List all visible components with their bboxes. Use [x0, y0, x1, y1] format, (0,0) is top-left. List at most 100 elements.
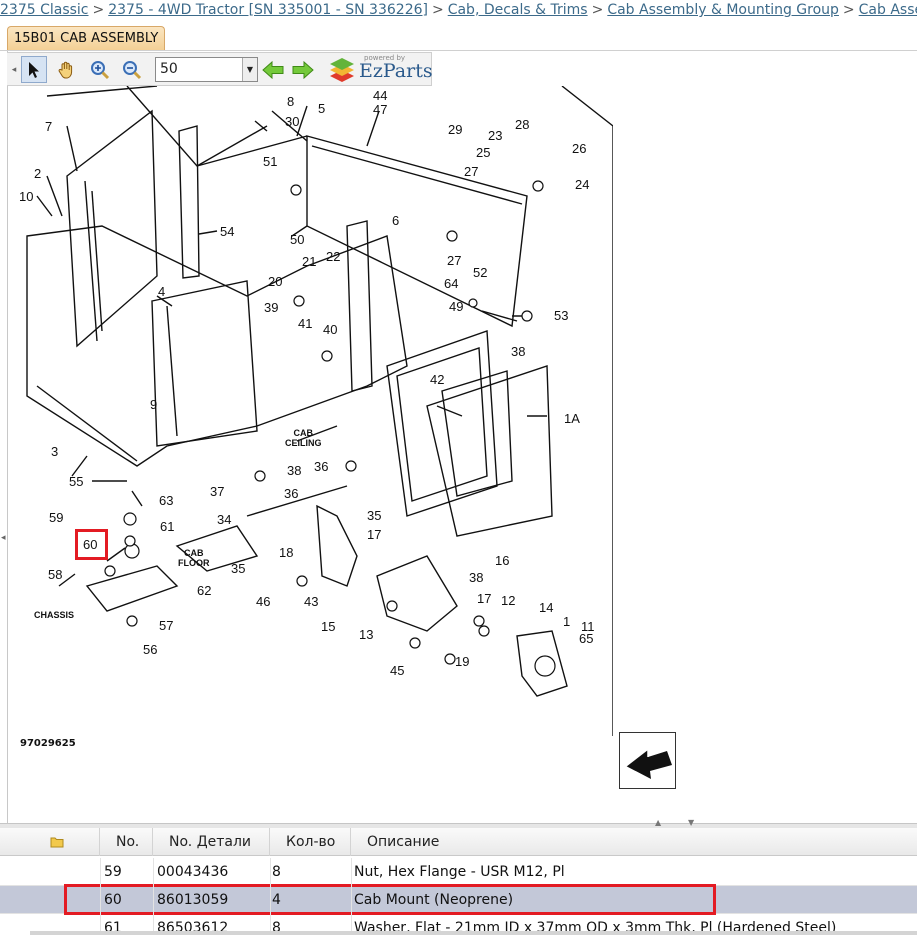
callout-28[interactable]: 28: [515, 117, 529, 132]
callout-60[interactable]: 60: [83, 537, 97, 552]
callout-16[interactable]: 16: [495, 553, 509, 568]
callout-14[interactable]: 14: [539, 600, 553, 615]
callout-21[interactable]: 21: [302, 254, 316, 269]
callout-38b[interactable]: 38: [287, 463, 301, 478]
exploded-parts-diagram[interactable]: 44 47 8 30 5 29 23 28 7 51 26 25 27 24 2…: [7, 86, 613, 736]
column-header-part-no[interactable]: No. Детали: [153, 828, 270, 856]
horizontal-scrollbar[interactable]: [30, 931, 917, 935]
next-diagram-button[interactable]: [619, 732, 676, 789]
callout-65[interactable]: 65: [579, 631, 593, 646]
splitter-up-icon[interactable]: ▲: [655, 818, 661, 827]
callout-12[interactable]: 12: [501, 593, 515, 608]
left-collapse-gutter[interactable]: ◂: [0, 51, 7, 931]
column-header-description[interactable]: Описание: [351, 828, 917, 856]
callout-55[interactable]: 55: [69, 474, 83, 489]
callout-30[interactable]: 30: [285, 114, 299, 129]
cursor-icon: [29, 61, 39, 78]
callout-40[interactable]: 40: [323, 322, 337, 337]
callout-17b[interactable]: 17: [477, 591, 491, 606]
breadcrumb-item-model[interactable]: 2375 Classic: [0, 2, 89, 18]
callout-9[interactable]: 9: [150, 397, 157, 412]
tab-cab-assembly[interactable]: 15B01 CAB ASSEMBLY: [7, 26, 166, 51]
callout-36[interactable]: 36: [314, 459, 328, 474]
callout-39[interactable]: 39: [264, 300, 278, 315]
callout-57[interactable]: 57: [159, 618, 173, 633]
pan-tool-button[interactable]: [53, 56, 79, 83]
callout-15[interactable]: 15: [321, 619, 335, 634]
callout-23[interactable]: 23: [488, 128, 502, 143]
splitter-down-icon[interactable]: ▼: [688, 818, 694, 827]
callout-4[interactable]: 4: [158, 284, 165, 299]
zoom-level-select[interactable]: 50 ▼: [155, 57, 258, 82]
callout-17[interactable]: 17: [367, 527, 381, 542]
column-header-no[interactable]: No.: [100, 828, 153, 856]
callout-8[interactable]: 8: [287, 94, 294, 109]
callout-47[interactable]: 47: [373, 102, 387, 117]
pointer-tool-button[interactable]: [21, 56, 47, 83]
callout-59[interactable]: 59: [49, 510, 63, 525]
zoom-in-button[interactable]: [87, 56, 113, 83]
callout-38c[interactable]: 38: [469, 570, 483, 585]
callout-18[interactable]: 18: [279, 545, 293, 560]
callout-45[interactable]: 45: [390, 663, 404, 678]
callout-50[interactable]: 50: [290, 232, 304, 247]
back-button[interactable]: [260, 56, 286, 83]
table-row[interactable]: 59 00043436 8 Nut, Hex Flange - USR M12,…: [0, 858, 917, 886]
highlighted-row-60[interactable]: [64, 884, 716, 915]
callout-29[interactable]: 29: [448, 122, 462, 137]
zoom-out-button[interactable]: [119, 56, 145, 83]
callout-52[interactable]: 52: [473, 265, 487, 280]
callout-35b[interactable]: 35: [231, 561, 245, 576]
callout-2[interactable]: 2: [34, 166, 41, 181]
breadcrumb-item-cab-mounting[interactable]: Cab Assembly & Mounting Group: [607, 2, 839, 18]
callout-37[interactable]: 37: [210, 484, 224, 499]
callout-51[interactable]: 51: [263, 154, 277, 169]
callout-35[interactable]: 35: [367, 508, 381, 523]
callout-64[interactable]: 64: [444, 276, 458, 291]
callout-63[interactable]: 63: [159, 493, 173, 508]
callout-56[interactable]: 56: [143, 642, 157, 657]
callout-58[interactable]: 58: [48, 567, 62, 582]
callout-24[interactable]: 24: [575, 177, 589, 192]
callout-34[interactable]: 34: [217, 512, 231, 527]
callout-26[interactable]: 26: [572, 141, 586, 156]
callout-5[interactable]: 5: [318, 101, 325, 116]
callout-53[interactable]: 53: [554, 308, 568, 323]
forward-button[interactable]: [290, 56, 316, 83]
callout-27[interactable]: 27: [464, 164, 478, 179]
callout-41[interactable]: 41: [298, 316, 312, 331]
cell-description: Nut, Hex Flange - USR M12, Pl: [354, 864, 565, 880]
breadcrumb-separator: >: [842, 2, 855, 18]
callout-7[interactable]: 7: [45, 119, 52, 134]
callout-62[interactable]: 62: [197, 583, 211, 598]
callout-19[interactable]: 19: [455, 654, 469, 669]
column-header-qty[interactable]: Кол-во: [270, 828, 351, 856]
chevron-down-icon[interactable]: ▼: [242, 58, 257, 81]
breadcrumb-item-cab-decals[interactable]: Cab, Decals & Trims: [448, 2, 588, 18]
callout-25[interactable]: 25: [476, 145, 490, 160]
callout-1a[interactable]: 1A: [564, 411, 580, 426]
callout-46[interactable]: 46: [256, 594, 270, 609]
callout-3[interactable]: 3: [51, 444, 58, 459]
column-header-icon[interactable]: [0, 828, 100, 856]
callout-10[interactable]: 10: [19, 189, 33, 204]
callout-38[interactable]: 38: [511, 344, 525, 359]
callout-54[interactable]: 54: [220, 224, 234, 239]
callout-44[interactable]: 44: [373, 88, 387, 103]
collapse-arrow-icon[interactable]: ◂: [1, 533, 6, 543]
breadcrumb-item-tractor[interactable]: 2375 - 4WD Tractor [SN 335001 - SN 33622…: [108, 2, 428, 18]
callout-49[interactable]: 49: [449, 299, 463, 314]
chassis-label: CHASSIS: [34, 610, 75, 620]
callout-13[interactable]: 13: [359, 627, 373, 642]
callout-6[interactable]: 6: [392, 213, 399, 228]
callout-61[interactable]: 61: [160, 519, 174, 534]
breadcrumb-item-cab-assembly[interactable]: Cab Asse: [859, 2, 917, 18]
arrow-left-icon: [262, 60, 284, 79]
callout-1[interactable]: 1: [563, 614, 570, 629]
callout-36b[interactable]: 36: [284, 486, 298, 501]
callout-42[interactable]: 42: [430, 372, 444, 387]
callout-43[interactable]: 43: [304, 594, 318, 609]
callout-22[interactable]: 22: [326, 249, 340, 264]
callout-27b[interactable]: 27: [447, 253, 461, 268]
callout-20[interactable]: 20: [268, 274, 282, 289]
